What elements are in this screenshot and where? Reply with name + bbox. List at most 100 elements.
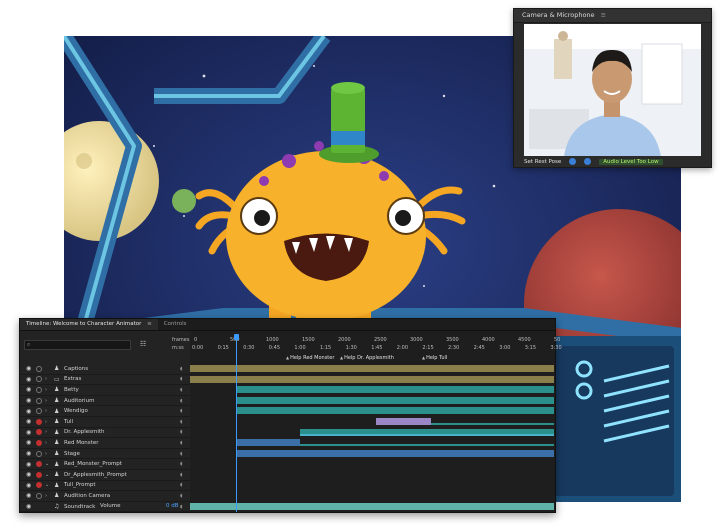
visibility-eye-icon[interactable]: ◉ [26,492,31,499]
record-arm-toggle[interactable] [36,408,42,415]
tab-controls[interactable]: Controls [158,319,193,330]
set-rest-pose-button[interactable]: Set Rest Pose [524,159,561,165]
timeline-tracks-area[interactable]: frames m:ss 0 500 1000 1500 2000 2500 3000 3500… [172,331,562,512]
playhead-line[interactable] [236,337,237,512]
record-arm-toggle[interactable] [36,492,42,499]
tab-timeline[interactable]: Timeline: Welcome to Character Animator … [20,319,158,330]
timeline-marker[interactable]: Help Tull [422,355,447,361]
track-clip-bar[interactable] [236,396,554,404]
volume-value[interactable]: 0 dB [166,503,179,509]
track-audio-icon[interactable]: ◖ [180,419,183,425]
track-row[interactable]: ◉ › ♟ Audition Camera ◖ [20,491,190,502]
track-clip-bar[interactable] [190,375,554,383]
volume-label: Volume [100,503,121,509]
track-clip-bar[interactable] [236,407,554,415]
visibility-eye-icon[interactable]: ◉ [26,386,31,393]
track-row[interactable]: ◉ ⌄ ♟ Tull_Prompt ◖ [20,481,190,492]
track-row[interactable]: ◉ › ▭ Extras ◖ [20,375,190,386]
track-clip-bar[interactable] [236,386,554,394]
track-row[interactable]: ◉ ⌄ ♟ Dr_Applesmith_Prompt ◖ [20,470,190,481]
record-arm-toggle[interactable] [36,471,42,478]
visibility-eye-icon[interactable]: ◉ [26,503,31,510]
playhead-handle[interactable] [234,334,239,340]
record-arm-toggle[interactable] [36,461,42,468]
track-audio-icon[interactable]: ◖ [180,440,183,446]
track-name: Auditorium [64,397,95,404]
visibility-eye-icon[interactable]: ◉ [26,408,31,415]
record-arm-toggle[interactable] [36,439,42,446]
visibility-eye-icon[interactable]: ◉ [26,450,31,457]
expand-arrow-icon[interactable]: › [45,493,47,499]
track-row[interactable]: ◉ › ♟ Stage ◖ [20,449,190,460]
visibility-eye-icon[interactable]: ◉ [26,365,31,372]
visibility-eye-icon[interactable]: ◉ [26,471,31,478]
track-audio-icon[interactable]: ◖ [180,376,183,382]
track-row[interactable]: ◉ › ♟ Wendigo ◖ [20,406,190,417]
visibility-eye-icon[interactable]: ◉ [26,439,31,446]
time-ruler[interactable]: frames m:ss 0 500 1000 1500 2000 2500 3000 3500… [172,331,562,353]
camera-toggle-icon[interactable] [569,158,577,165]
visibility-eye-icon[interactable]: ◉ [26,376,31,383]
track-audio-icon[interactable]: ◖ [180,461,183,467]
expand-arrow-icon[interactable]: › [45,408,47,414]
panel-menu-icon[interactable]: ≡ [601,11,606,19]
timeline-marker[interactable]: Help Dr. Applesmith [340,355,394,361]
record-arm-toggle[interactable] [36,386,42,393]
visibility-eye-icon[interactable]: ◉ [26,461,31,468]
track-row[interactable]: ◉ › ♟ Red Monster ◖ [20,438,190,449]
track-audio-icon[interactable]: ◖ [180,408,183,414]
time-tick-label: 1:30 [345,345,357,351]
visibility-eye-icon[interactable]: ◉ [26,418,31,425]
expand-arrow-icon[interactable]: › [45,429,47,435]
expand-arrow-icon[interactable]: › [45,440,47,446]
track-audio-icon[interactable]: ◖ [180,482,183,488]
track-row[interactable]: ◉ › ♟ Auditorium ◖ [20,396,190,407]
record-arm-toggle[interactable] [36,418,42,425]
tab-timeline-label: Timeline: Welcome to Character Animator [26,321,142,327]
expand-arrow-icon[interactable]: › [45,451,47,457]
track-audio-icon[interactable]: ◖ [180,504,183,510]
track-clip-bar[interactable] [376,418,431,425]
record-arm-toggle[interactable] [36,429,42,436]
track-clip-bar[interactable] [190,365,554,372]
track-audio-icon[interactable]: ◖ [180,398,183,404]
record-arm-toggle[interactable] [36,450,42,457]
expand-arrow-icon[interactable]: › [45,376,47,382]
camera-panel-title: Camera & Microphone [522,11,595,19]
track-audio-icon[interactable]: ◖ [180,429,183,435]
record-arm-toggle[interactable] [36,397,42,404]
track-clip-bar[interactable] [190,502,554,510]
expand-arrow-icon[interactable]: › [45,398,47,404]
track-row[interactable]: ◉ › ♟ Dr. Applesmith ◖ [20,428,190,439]
track-audio-icon[interactable]: ◖ [180,387,183,393]
timeline-marker[interactable]: Help Red Monster [286,355,334,361]
track-name: Soundtrack [64,503,96,510]
track-audio-icon[interactable]: ◖ [180,451,183,457]
visibility-eye-icon[interactable]: ◉ [26,397,31,404]
track-search-input[interactable]: ⌕ [24,340,131,350]
expand-arrow-icon[interactable]: › [45,387,47,393]
track-clip-bar[interactable] [236,439,300,447]
visibility-eye-icon[interactable]: ◉ [26,482,31,489]
track-clip-bar[interactable] [236,449,554,457]
record-arm-toggle[interactable] [36,365,42,372]
expand-arrow-icon[interactable]: ⌄ [45,461,49,467]
time-tick-label: 1:45 [371,345,383,351]
track-audio-icon[interactable]: ◖ [180,493,183,499]
track-audio-icon[interactable]: ◖ [180,472,183,478]
microphone-icon[interactable] [584,158,592,165]
expand-arrow-icon[interactable]: › [45,419,47,425]
track-audio-icon[interactable]: ◖ [180,366,183,372]
filter-icon[interactable]: ☷ [140,340,146,348]
visibility-eye-icon[interactable]: ◉ [26,429,31,436]
track-row[interactable]: ◉ ⌄ ♟ Red_Monster_Prompt ◖ [20,459,190,470]
expand-arrow-icon[interactable]: ⌄ [45,482,49,488]
panel-menu-icon[interactable]: ≡ [147,321,152,327]
expand-arrow-icon[interactable]: ⌄ [45,472,49,478]
track-name: Wendigo [64,408,88,415]
track-row[interactable]: ◉ ♟ Captions ◖ [20,364,190,375]
record-arm-toggle[interactable] [36,376,42,383]
record-arm-toggle[interactable] [36,482,42,489]
track-row[interactable]: ◉ › ♟ Betty ◖ [20,385,190,396]
track-row[interactable]: ◉ › ♟ Tull ◖ [20,417,190,428]
